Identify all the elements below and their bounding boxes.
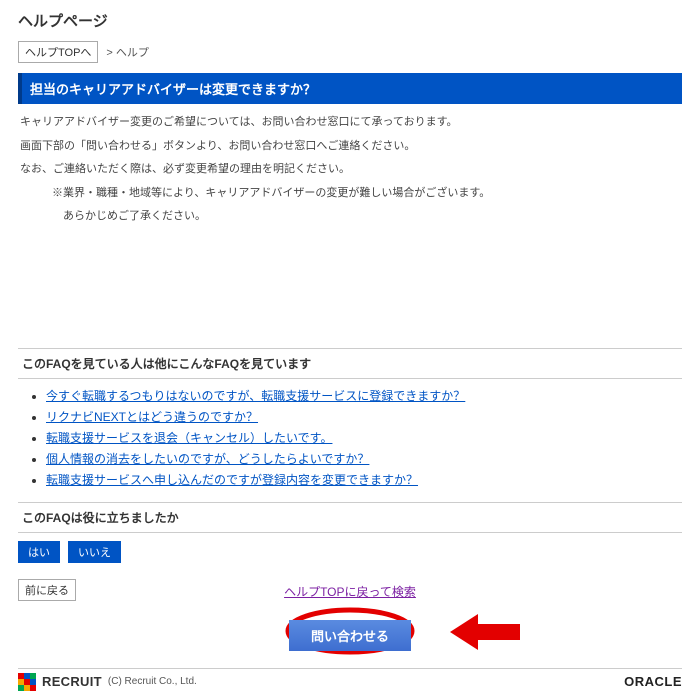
article-body: キャリアアドバイザー変更のご希望については、お問い合わせ窓口にて承っております。… [18, 104, 682, 238]
footer: RECRUIT (C) Recruit Co., Ltd. ORACLE [18, 668, 682, 691]
related-faq-link[interactable]: 個人情報の消去をしたいのですが、どうしたらよいですか？ [46, 452, 369, 466]
page-title: ヘルプページ [18, 10, 682, 31]
list-item: 個人情報の消去をしたいのですが、どうしたらよいですか？ [46, 450, 682, 467]
help-top-search-link[interactable]: ヘルプTOPに戻って検索 [284, 585, 416, 599]
vote-no-button[interactable]: いいえ [68, 541, 121, 563]
article-text: 画面下部の「問い合わせる」ボタンより、お問い合わせ窓口へご連絡ください。 [20, 138, 680, 156]
list-item: リクナビNEXTとはどう違うのですか？ [46, 408, 682, 425]
related-faq-list: 今すぐ転職するつもりはないのですが、転職支援サービスに登録できますか？ リクナビ… [18, 387, 682, 488]
related-faq-link[interactable]: 転職支援サービスを退会（キャンセル）したいです。 [46, 431, 332, 445]
copyright-text: (C) Recruit Co., Ltd. [108, 676, 197, 687]
related-faq-link[interactable]: リクナビNEXTとはどう違うのですか？ [46, 410, 258, 424]
related-faq-link[interactable]: 転職支援サービスへ申し込んだのですが登録内容を変更できますか？ [46, 473, 418, 487]
recruit-name: RECRUIT [42, 674, 102, 689]
oracle-logo: ORACLE [624, 674, 682, 689]
help-top-button[interactable]: ヘルプTOPへ [18, 41, 98, 63]
list-item: 今すぐ転職するつもりはないのですが、転職支援サービスに登録できますか？ [46, 387, 682, 404]
article-note: ※業界・職種・地域等により、キャリアアドバイザーの変更が難しい場合がございます。 [20, 185, 680, 203]
recruit-logo: RECRUIT (C) Recruit Co., Ltd. [18, 673, 197, 691]
article-text: キャリアアドバイザー変更のご希望については、お問い合わせ窓口にて承っております。 [20, 114, 680, 132]
contact-area: 問い合わせる [18, 606, 682, 664]
contact-button[interactable]: 問い合わせる [289, 620, 411, 651]
center-nav: ヘルプTOPに戻って検索 [18, 583, 682, 600]
article-note: あらかじめご了承ください。 [20, 208, 680, 226]
article-text: なお、ご連絡いただく際は、必ず変更希望の理由を明記ください。 [20, 161, 680, 179]
breadcrumb: ヘルプTOPへ > ヘルプ [18, 41, 682, 63]
breadcrumb-current: > ヘルプ [106, 44, 148, 60]
vote-row: はい いいえ [18, 541, 682, 563]
article-heading: 担当のキャリアアドバイザーは変更できますか？ [18, 73, 682, 104]
arrow-left-icon [450, 612, 520, 652]
vote-yes-button[interactable]: はい [18, 541, 60, 563]
list-item: 転職支援サービスを退会（キャンセル）したいです。 [46, 429, 682, 446]
recruit-mark-icon [18, 673, 36, 691]
related-faq-heading: このFAQを見ている人は他にこんなFAQを見ています [18, 348, 682, 379]
list-item: 転職支援サービスへ申し込んだのですが登録内容を変更できますか？ [46, 471, 682, 488]
related-faq-link[interactable]: 今すぐ転職するつもりはないのですが、転職支援サービスに登録できますか？ [46, 389, 465, 403]
vote-heading: このFAQは役に立ちましたか [18, 502, 682, 533]
